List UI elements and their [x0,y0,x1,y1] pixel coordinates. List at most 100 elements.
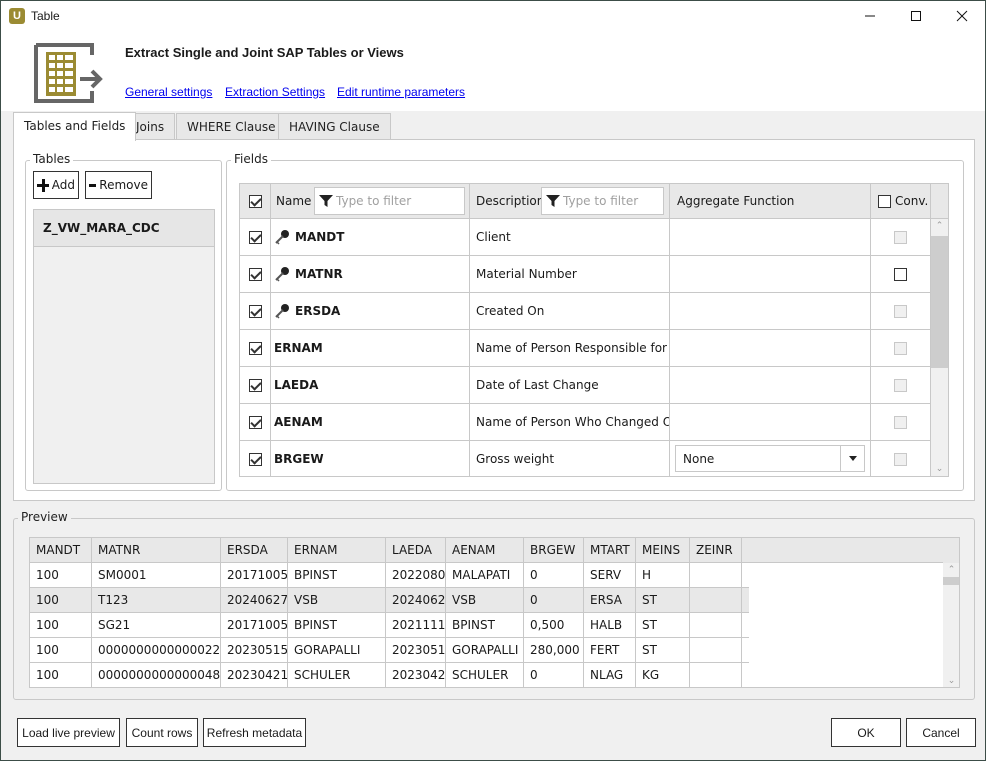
count-rows-button[interactable]: Count rows [126,718,198,747]
preview-row[interactable]: 100SG2120171005BPINST20211115BPINST0,500… [30,613,749,638]
preview-cell: HALB [584,613,636,637]
tab-having-clause[interactable]: HAVING Clause [278,113,391,140]
add-label: Add [51,178,75,192]
description-filter-input[interactable] [563,194,658,208]
tab-tables-and-fields[interactable]: Tables and Fields [13,112,137,141]
preview-column-header[interactable]: AENAM [446,538,524,562]
preview-cell: 20171005 [221,563,288,587]
maximize-button[interactable] [893,1,939,31]
field-checkbox[interactable] [248,304,262,318]
preview-row[interactable]: 100T12320240627VSB20240627VSB0ERSAST [30,588,749,613]
description-filter[interactable] [541,187,664,215]
preview-column-header[interactable]: MANDT [30,538,92,562]
scroll-down-icon[interactable]: ⌄ [931,464,948,474]
name-filter-input[interactable] [336,194,456,208]
field-aggregate-cell[interactable] [670,404,871,440]
preview-column-header[interactable]: MATNR [92,538,221,562]
preview-cell [690,613,742,637]
ok-button[interactable]: OK [831,718,901,747]
cancel-button[interactable]: Cancel [906,718,976,747]
fields-scrollbar[interactable]: ⌃ ⌄ [931,219,948,476]
preview-row[interactable]: 10000000000000000489420230421SCHULER2023… [30,663,749,687]
field-aggregate-cell[interactable] [670,219,871,255]
aggregate-function-select[interactable]: None [675,445,865,472]
preview-cell: BPINST [288,563,386,587]
field-aggregate-cell[interactable] [670,293,871,329]
tab-where-clause[interactable]: WHERE Clause [176,113,287,140]
extraction-settings-link[interactable]: Extraction Settings [225,85,325,99]
preview-column-header[interactable]: ERSDA [221,538,288,562]
tables-list[interactable]: Z_VW_MARA_CDC [33,209,215,484]
field-row[interactable]: ERSDA Created On [240,293,931,330]
preview-column-header[interactable]: ZEINR [690,538,742,562]
select-all-checkbox[interactable] [248,194,262,208]
preview-cell: SM0001 [92,563,221,587]
general-settings-link[interactable]: General settings [125,85,212,99]
name-column-header[interactable]: Name [271,184,470,218]
scrollbar-thumb[interactable] [931,236,948,368]
conv-column-header[interactable]: Conv. [871,184,931,218]
preview-scrollbar[interactable]: ⌃ ⌄ [943,563,959,687]
preview-cell: 20230421 [221,663,288,687]
field-aggregate-cell[interactable] [670,330,871,366]
preview-cell: SG21 [92,613,221,637]
load-live-preview-button[interactable]: Load live preview [17,718,120,747]
preview-scroll-up-icon[interactable]: ⌃ [943,565,959,575]
conv-checkbox [894,341,907,355]
field-aggregate-cell[interactable] [670,256,871,292]
preview-column-header[interactable]: ERNAM [288,538,386,562]
edit-runtime-parameters-link[interactable]: Edit runtime parameters [337,85,465,99]
dialog-header: Extract Single and Joint SAP Tables or V… [1,31,985,111]
field-check-cell [240,293,271,329]
preview-cell: ST [636,613,690,637]
remove-table-button[interactable]: Remove [85,171,152,199]
scroll-up-icon[interactable]: ⌃ [931,221,948,231]
add-table-button[interactable]: Add [33,171,79,199]
refresh-metadata-button[interactable]: Refresh metadata [203,718,306,747]
preview-column-header[interactable]: BRGEW [524,538,584,562]
field-aggregate-cell[interactable] [670,367,871,403]
field-row[interactable]: BRGEW Gross weight None [240,441,931,476]
preview-column-header[interactable]: LAEDA [386,538,446,562]
remove-label: Remove [99,178,148,192]
field-conv-cell [871,330,931,366]
field-checkbox[interactable] [248,378,262,392]
close-button[interactable] [939,1,985,31]
field-row[interactable]: LAEDA Date of Last Change [240,367,931,404]
preview-cell: ST [636,588,690,612]
field-checkbox[interactable] [248,230,262,244]
field-row[interactable]: MANDT Client [240,219,931,256]
preview-cell: GORAPALLI [446,638,524,662]
preview-row[interactable]: 10000000000000000222120230515GORAPALLI20… [30,638,749,663]
preview-scrollbar-corner [943,538,959,563]
field-row[interactable]: ERNAM Name of Person Responsible for Cre [240,330,931,367]
chevron-down-icon[interactable] [840,446,864,471]
header-title: Extract Single and Joint SAP Tables or V… [125,45,404,60]
aggregate-column-header[interactable]: Aggregate Function [670,184,871,218]
app-logo-icon: U [9,8,25,24]
table-list-item[interactable]: Z_VW_MARA_CDC [34,210,214,247]
preview-scrollbar-thumb[interactable] [943,577,959,585]
field-checkbox[interactable] [248,341,262,355]
field-checkbox[interactable] [248,267,262,281]
preview-column-header[interactable]: MTART [584,538,636,562]
field-name-cell: MANDT [271,219,470,255]
preview-scroll-down-icon[interactable]: ⌄ [943,676,959,686]
preview-column-header[interactable]: MEINS [636,538,690,562]
field-row[interactable]: AENAM Name of Person Who Changed Obj [240,404,931,441]
field-row[interactable]: MATNR Material Number [240,256,931,293]
field-name-cell: MATNR [271,256,470,292]
field-conv-cell [871,256,931,292]
preview-group: Preview MANDT MATNR ERSDA ERNAM LAEDA AENAM BR… [13,510,975,700]
description-column-header[interactable]: Description [470,184,670,218]
select-all-cell [240,184,271,218]
conv-checkbox[interactable] [894,267,907,281]
field-aggregate-cell[interactable]: None [670,441,871,476]
preview-row[interactable]: 100SM000120171005BPINST20220809MALAPATI0… [30,563,749,588]
field-checkbox[interactable] [248,452,262,466]
name-filter[interactable] [314,187,465,215]
title-bar[interactable]: U Table [1,1,985,31]
minimize-button[interactable] [847,1,893,31]
field-checkbox[interactable] [248,415,262,429]
conv-all-checkbox[interactable] [878,194,891,208]
